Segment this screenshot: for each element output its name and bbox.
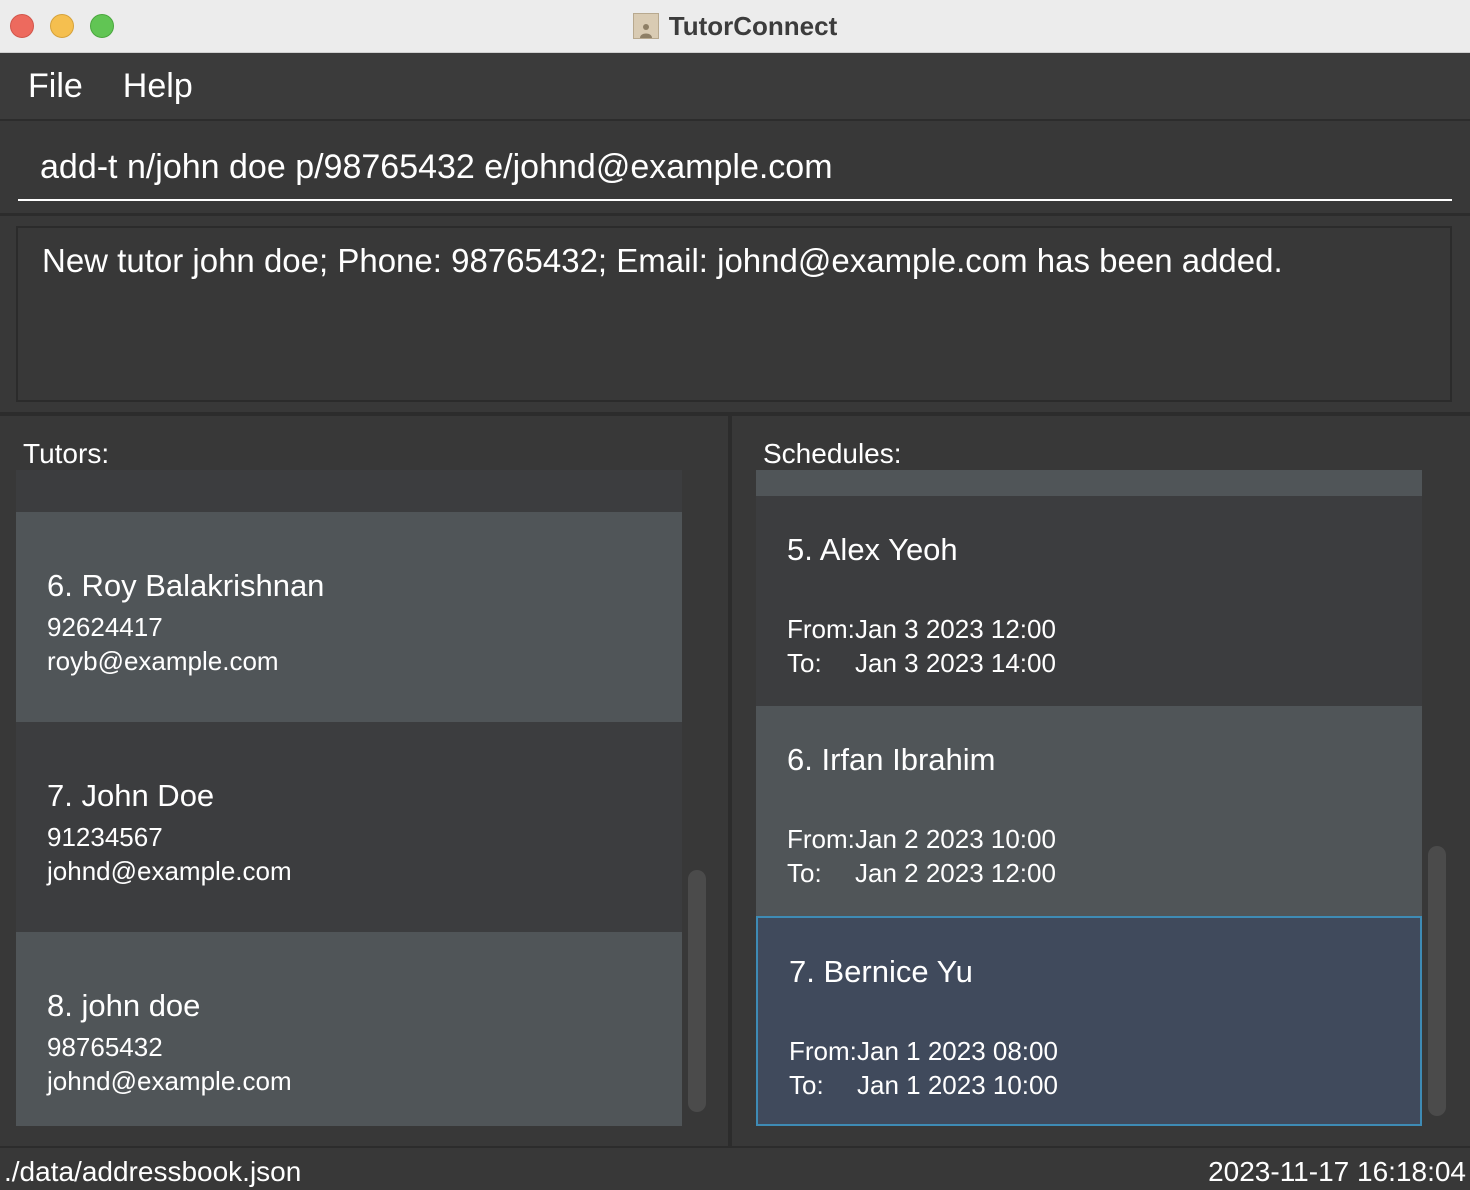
tutor-name: 8. john doe bbox=[47, 988, 201, 1023]
schedule-card-7-selected[interactable]: 7. Bernice Yu From: Jan 1 2023 08:00 To: J… bbox=[756, 916, 1422, 1126]
schedules-panel: Schedules: 5. Alex Yeoh From: Jan 3 2023 … bbox=[736, 416, 1470, 1146]
from-label: From: bbox=[789, 1036, 857, 1066]
menu-file[interactable]: File bbox=[0, 67, 83, 106]
tutor-card-6[interactable]: 6. Roy Balakrishnan 92624417 royb@exampl… bbox=[16, 512, 682, 722]
schedule-card-6[interactable]: 6. Irfan Ibrahim From: Jan 2 2023 10:00 T… bbox=[756, 706, 1422, 916]
schedule-to: Jan 3 2023 14:00 bbox=[855, 648, 1056, 678]
tutor-email: johnd@example.com bbox=[47, 1066, 292, 1096]
tutor-card[interactable] bbox=[16, 470, 682, 512]
tutor-name: 6. Roy Balakrishnan bbox=[47, 568, 325, 603]
result-pane: New tutor john doe; Phone: 98765432; Ema… bbox=[0, 216, 1470, 416]
to-label: To: bbox=[789, 1070, 824, 1100]
schedule-from: Jan 2 2023 10:00 bbox=[855, 824, 1056, 854]
tutor-card-7[interactable]: 7. John Doe 91234567 johnd@example.com bbox=[16, 722, 682, 932]
save-file-path: ./data/addressbook.json bbox=[4, 1156, 302, 1187]
schedule-to: Jan 2 2023 12:00 bbox=[855, 858, 1056, 888]
tutor-name: 7. John Doe bbox=[47, 778, 215, 813]
schedule-card[interactable] bbox=[756, 470, 1422, 496]
window-title: TutorConnect bbox=[668, 10, 838, 41]
schedule-tutor-name: 5. Alex Yeoh bbox=[787, 532, 958, 567]
from-label: From: bbox=[787, 614, 855, 644]
schedule-tutor-name: 6. Irfan Ibrahim bbox=[787, 742, 996, 777]
schedule-from: Jan 1 2023 08:00 bbox=[857, 1036, 1058, 1066]
to-label: To: bbox=[787, 648, 822, 678]
close-window-button[interactable] bbox=[10, 14, 34, 38]
from-label: From: bbox=[787, 824, 855, 854]
schedule-from: Jan 3 2023 12:00 bbox=[855, 614, 1056, 644]
schedule-time: From: Jan 3 2023 12:00 To: Jan 3 2023 14:0… bbox=[787, 612, 1422, 680]
tutor-email: royb@example.com bbox=[47, 646, 279, 676]
command-pane bbox=[0, 121, 1470, 216]
tutor-phone: 91234567 bbox=[47, 822, 163, 852]
tutors-panel: Tutors: 6. Roy Balakrishnan 92624417 roy… bbox=[0, 416, 732, 1146]
schedule-time: From: Jan 1 2023 08:00 To: Jan 1 2023 10:0… bbox=[789, 1034, 1420, 1102]
schedule-time: From: Jan 2 2023 10:00 To: Jan 2 2023 12:0… bbox=[787, 822, 1422, 890]
last-updated-timestamp: 2023-11-17 16:18:04 bbox=[1208, 1156, 1466, 1187]
tutor-email: johnd@example.com bbox=[47, 856, 292, 886]
tutor-list-scrollbar[interactable] bbox=[688, 870, 706, 1112]
schedules-label: Schedules: bbox=[763, 438, 902, 469]
schedule-tutor-name: 7. Bernice Yu bbox=[789, 954, 973, 989]
to-label: To: bbox=[787, 858, 822, 888]
result-display: New tutor john doe; Phone: 98765432; Ema… bbox=[16, 226, 1452, 402]
tutor-card-8[interactable]: 8. john doe 98765432 johnd@example.com bbox=[16, 932, 682, 1126]
command-input[interactable] bbox=[18, 135, 1452, 201]
menu-bar: File Help bbox=[0, 53, 1470, 121]
tutor-list[interactable]: 6. Roy Balakrishnan 92624417 royb@exampl… bbox=[16, 470, 682, 1126]
app-icon bbox=[632, 13, 659, 39]
tutor-phone: 98765432 bbox=[47, 1032, 163, 1062]
minimize-window-button[interactable] bbox=[50, 14, 74, 38]
status-bar: ./data/addressbook.json 2023-11-17 16:18… bbox=[0, 1146, 1470, 1190]
menu-help[interactable]: Help bbox=[95, 67, 193, 106]
tutor-phone: 92624417 bbox=[47, 612, 163, 642]
maximize-window-button[interactable] bbox=[90, 14, 114, 38]
schedule-list-scrollbar[interactable] bbox=[1428, 846, 1446, 1116]
schedule-list[interactable]: 5. Alex Yeoh From: Jan 3 2023 12:00 To: Ja… bbox=[756, 470, 1422, 1126]
title-bar: TutorConnect bbox=[0, 0, 1470, 53]
schedule-card-5[interactable]: 5. Alex Yeoh From: Jan 3 2023 12:00 To: Ja… bbox=[756, 496, 1422, 706]
schedule-to: Jan 1 2023 10:00 bbox=[857, 1070, 1058, 1100]
tutors-label: Tutors: bbox=[23, 438, 110, 469]
